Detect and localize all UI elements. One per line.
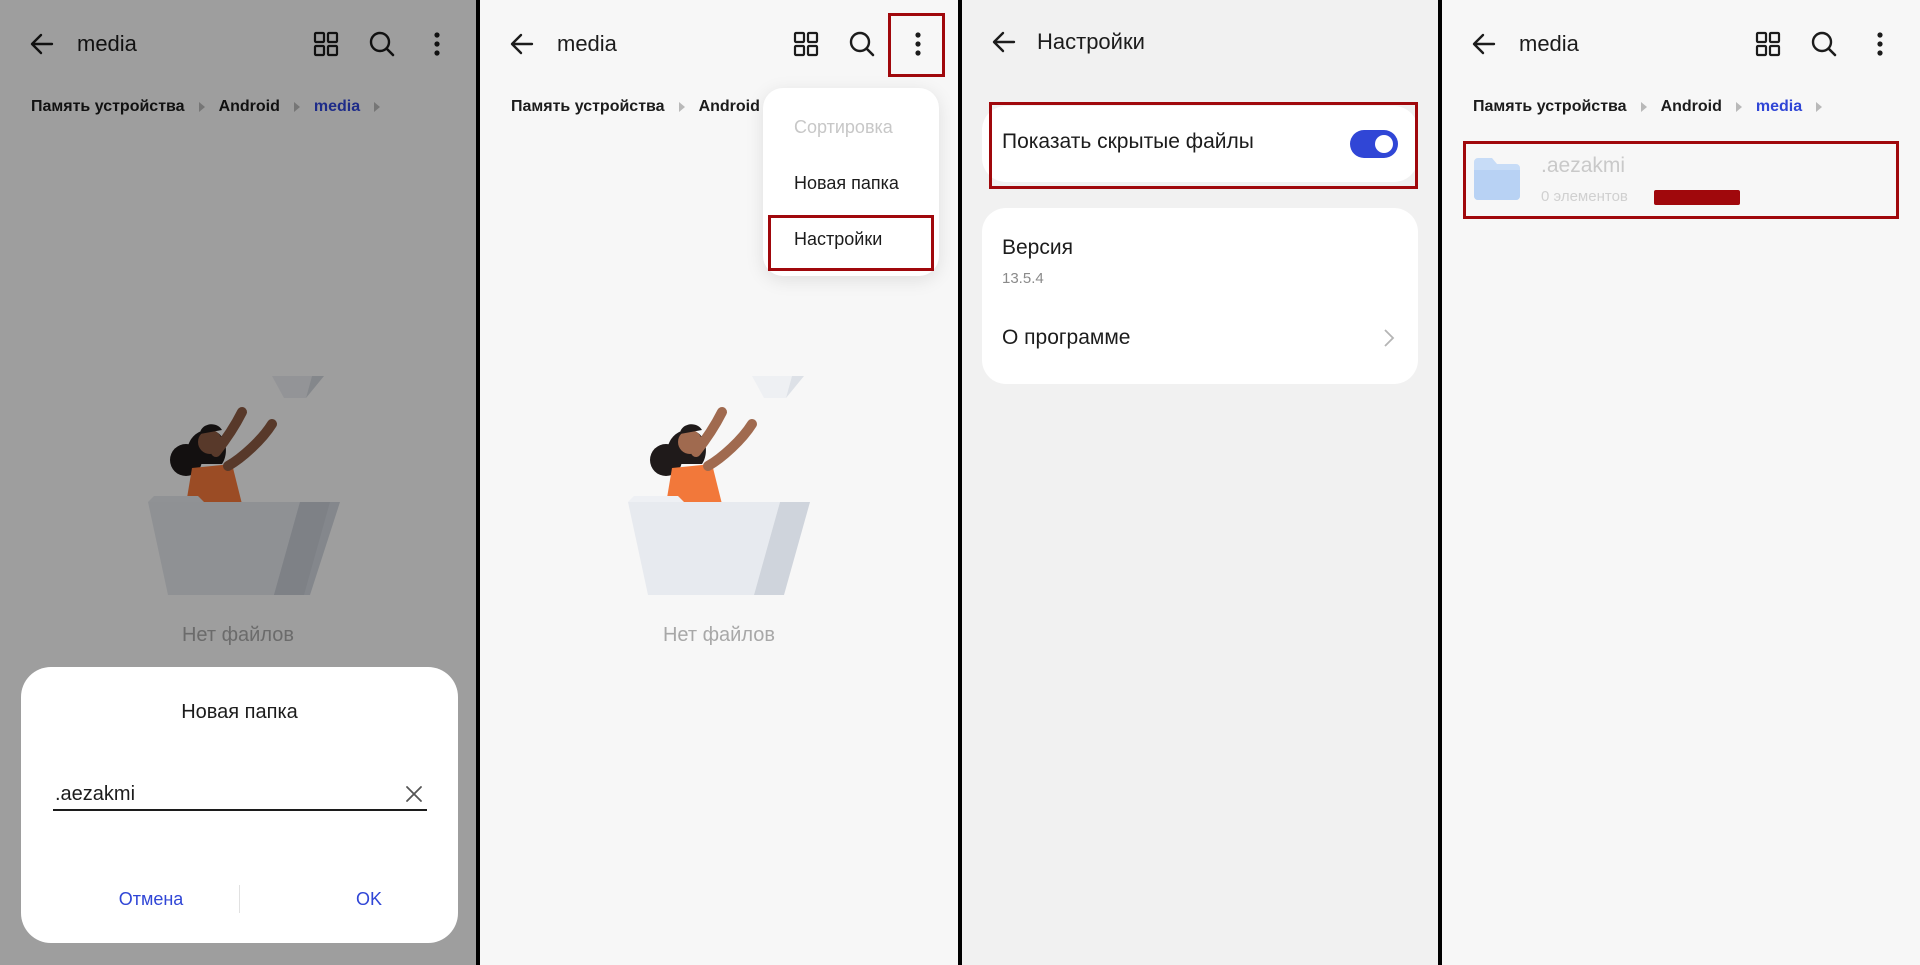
new-folder-dialog: Новая папка .aezakmi Отмена OK — [21, 667, 458, 943]
menu-item-new-folder[interactable]: Новая папка — [763, 173, 939, 194]
empty-folder-illustration — [628, 376, 810, 595]
chevron-right-icon — [1384, 329, 1395, 347]
panel-overflow-menu: media Память устройства Android Нет файл… — [480, 0, 958, 965]
breadcrumb-item-device-storage[interactable]: Память устройства — [511, 98, 665, 116]
breadcrumb: Память устройства Android — [511, 96, 794, 118]
back-arrow-icon[interactable] — [508, 30, 536, 58]
version-label: Версия — [1002, 236, 1073, 259]
ok-button[interactable]: OK — [289, 889, 449, 910]
highlight-folder-row — [1463, 141, 1899, 219]
back-arrow-icon[interactable] — [1470, 30, 1498, 58]
highlight-more-button — [888, 13, 945, 77]
breadcrumb-separator-icon — [678, 102, 685, 112]
more-vert-icon[interactable] — [1866, 30, 1894, 58]
highlight-show-hidden-row — [989, 102, 1418, 189]
menu-item-sort: Сортировка — [794, 117, 893, 137]
search-icon[interactable] — [1810, 30, 1838, 58]
cancel-button[interactable]: Отмена — [71, 889, 231, 910]
search-icon[interactable] — [848, 30, 876, 58]
breadcrumb-separator-icon — [1735, 102, 1742, 112]
folder-name-value: .aezakmi — [55, 783, 136, 805]
breadcrumb-item-android[interactable]: Android — [699, 98, 760, 116]
clear-icon[interactable] — [405, 785, 423, 803]
about-row[interactable]: О программе — [982, 312, 1418, 372]
panel-settings: Настройки Показать скрытые файлы Версия … — [962, 0, 1438, 965]
dialog-title: Новая папка — [181, 701, 298, 723]
breadcrumb-item-device-storage[interactable]: Память устройства — [1473, 98, 1627, 116]
screenshot-stage: media Память устройства Android media Не… — [0, 0, 1920, 965]
grid-view-icon[interactable] — [1754, 30, 1782, 58]
top-bar: media — [1442, 0, 1920, 88]
breadcrumb: Память устройства Android media — [1473, 96, 1836, 118]
top-bar: media — [480, 0, 958, 88]
panel-folder-list: media Память устройства Android media .a… — [1442, 0, 1920, 965]
grid-view-icon[interactable] — [792, 30, 820, 58]
breadcrumb-separator-icon — [1816, 102, 1823, 112]
panel-new-folder-dialog: media Память устройства Android media Не… — [0, 0, 476, 965]
breadcrumb-separator-icon — [1640, 102, 1647, 112]
empty-state-text: Нет файлов — [662, 624, 775, 646]
about-card: Версия 13.5.4 О программе — [982, 208, 1418, 384]
version-value: 13.5.4 — [1002, 270, 1044, 287]
page-title: Настройки — [1037, 29, 1145, 54]
back-arrow-icon[interactable] — [990, 28, 1018, 56]
breadcrumb-item-android[interactable]: Android — [1661, 98, 1722, 116]
highlight-settings-item — [768, 215, 934, 271]
dialog-button-divider — [239, 885, 240, 913]
about-label: О программе — [1002, 326, 1131, 349]
breadcrumb-item-media[interactable]: media — [1756, 98, 1802, 116]
page-title: media — [1519, 31, 1579, 56]
top-bar: Настройки — [962, 0, 1438, 88]
page-title: media — [557, 31, 617, 56]
folder-name-input[interactable]: .aezakmi — [53, 779, 427, 811]
